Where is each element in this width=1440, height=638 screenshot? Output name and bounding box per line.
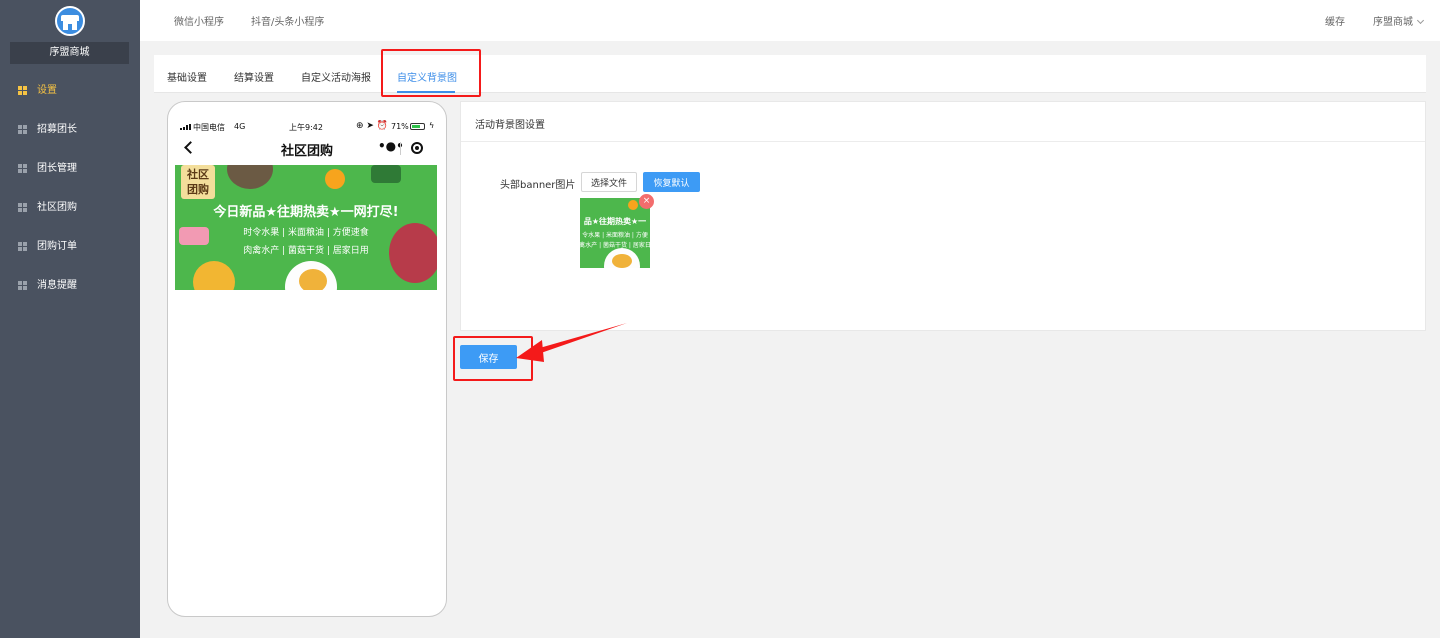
top-bar: 微信小程序 抖音/头条小程序 缓存 序盟商城 xyxy=(140,0,1440,41)
sidebar-item-recruit-leader[interactable]: 招募团长 xyxy=(0,118,140,142)
carrier-name: 中国电信 xyxy=(193,123,225,132)
charging-icon: ϟ xyxy=(429,121,435,130)
sidebar-item-group-orders[interactable]: 团购订单 xyxy=(0,235,140,259)
highlight-box-tab xyxy=(381,49,481,97)
panel-title: 活动背景图设置 xyxy=(475,120,545,131)
settings-tabs: 基础设置 结算设置 自定义活动海报 自定义背景图 xyxy=(154,55,1426,93)
banner-image: 社区 团购 今日新品★往期热卖★一网打尽! 时令水果 | 米面粮油 | 方便速食… xyxy=(175,165,437,290)
battery-icon xyxy=(410,123,425,130)
panel-divider xyxy=(461,141,1425,142)
top-link-wechat-miniprogram[interactable]: 微信小程序 xyxy=(174,13,224,28)
thumbnail-line-1: 令水果 | 米面粮油 | 方便 xyxy=(582,232,648,239)
capsule-divider xyxy=(400,142,401,155)
status-icons: ⊕ ➤ ⏰ xyxy=(356,121,389,131)
save-button[interactable]: 保存 xyxy=(460,345,517,369)
phone-preview: 中国电信 4G 上午9:42 ⊕ ➤ ⏰ 71% ϟ 社区团购 •●• 社区 团… xyxy=(167,101,447,617)
sidebar-item-settings[interactable]: 设置 xyxy=(0,79,140,103)
close-miniprogram-icon[interactable] xyxy=(411,142,423,154)
user-menu[interactable]: 序盟商城 xyxy=(1373,13,1425,28)
sidebar-item-label: 设置 xyxy=(37,85,57,96)
grid-icon xyxy=(18,281,27,290)
thumbnail-headline: 品★往期热卖★一 xyxy=(583,217,647,226)
thumbnail-line-2: 禽水产 | 菌菇干货 | 居家日 xyxy=(580,242,650,249)
store-logo-icon[interactable] xyxy=(55,6,85,36)
sidebar-item-notifications[interactable]: 消息提醒 xyxy=(0,274,140,298)
tab-settlement-settings[interactable]: 结算设置 xyxy=(234,69,274,84)
choose-file-button[interactable]: 选择文件 xyxy=(581,172,637,192)
banner-badge: 社区 团购 xyxy=(181,165,215,199)
banner-thumbnail: 品★往期热卖★一 令水果 | 米面粮油 | 方便 禽水产 | 菌菇干货 | 居家… xyxy=(580,198,650,268)
banner-headline: 今日新品★往期热卖★一网打尽! xyxy=(213,205,399,220)
grid-icon xyxy=(18,86,27,95)
banner-field-label: 头部banner图片 xyxy=(500,180,576,191)
banner-line-2: 肉禽水产 | 菌菇干货 | 居家日用 xyxy=(243,246,369,256)
phone-status-bar: 中国电信 4G 上午9:42 ⊕ ➤ ⏰ 71% ϟ xyxy=(168,102,446,132)
sidebar-item-label: 招募团长 xyxy=(37,124,77,135)
sidebar-item-label: 团长管理 xyxy=(37,163,77,174)
sidebar-item-label: 社区团购 xyxy=(37,202,77,213)
status-time: 上午9:42 xyxy=(289,123,323,132)
grid-icon xyxy=(18,203,27,212)
sidebar-item-label: 团购订单 xyxy=(37,241,77,252)
sidebar-item-label: 消息提醒 xyxy=(37,280,77,291)
background-settings-panel: 活动背景图设置 头部banner图片 选择文件 恢复默认 品★往期热卖★一 令水… xyxy=(460,101,1426,331)
banner-line-1: 时令水果 | 米面粮油 | 方便速食 xyxy=(243,228,369,238)
restore-default-button[interactable]: 恢复默认 xyxy=(643,172,700,192)
signal-icon xyxy=(180,124,191,130)
grid-icon xyxy=(18,125,27,134)
grid-icon xyxy=(18,242,27,251)
close-icon[interactable]: × xyxy=(639,194,654,209)
sidebar: 序盟商城 设置 招募团长 团长管理 社区团购 团购订单 消息提醒 xyxy=(0,0,140,638)
top-link-douyin-miniprogram[interactable]: 抖音/头条小程序 xyxy=(251,13,324,28)
tab-basic-settings[interactable]: 基础设置 xyxy=(167,69,207,84)
phone-page-title: 社区团购 xyxy=(280,144,333,159)
annotation-arrow-icon xyxy=(516,323,627,362)
cache-link[interactable]: 缓存 xyxy=(1325,13,1345,28)
sidebar-item-leader-management[interactable]: 团长管理 xyxy=(0,157,140,181)
sidebar-item-community-group-buy[interactable]: 社区团购 xyxy=(0,196,140,220)
user-name: 序盟商城 xyxy=(1373,17,1413,28)
phone-nav-bar: 社区团购 •●• xyxy=(168,138,446,160)
tab-custom-poster[interactable]: 自定义活动海报 xyxy=(301,69,371,84)
store-name: 序盟商城 xyxy=(10,42,129,64)
chevron-down-icon xyxy=(1416,16,1425,25)
network-type: 4G xyxy=(234,122,246,131)
battery-percent: 71% xyxy=(391,122,409,131)
grid-icon xyxy=(18,164,27,173)
